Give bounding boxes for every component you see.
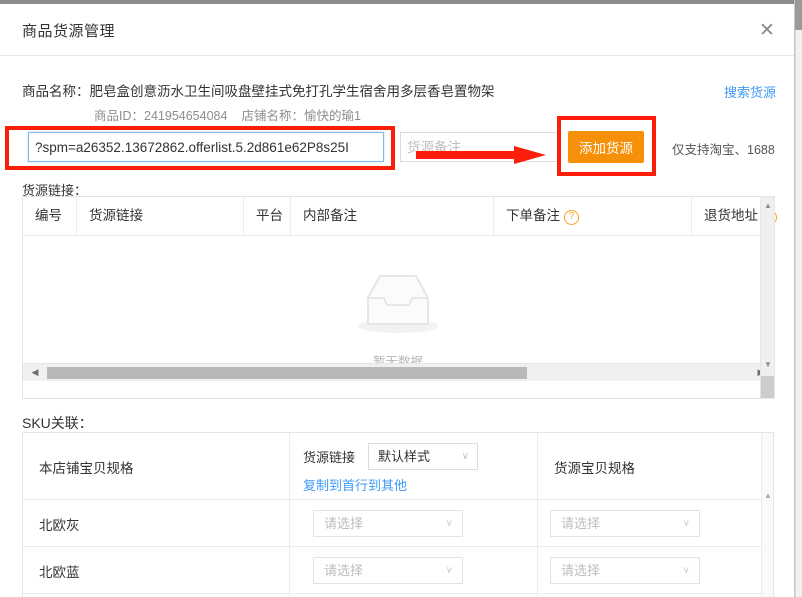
column-header-internal-remark: 内部备注	[291, 197, 494, 235]
sku-row-source-spec-cell: 请选择 ∨	[538, 547, 773, 593]
sku-header-cell-source-spec: 货源宝贝规格	[538, 433, 773, 499]
column-header-id: 编号	[23, 197, 77, 235]
scroll-left-arrow-icon[interactable]: ◀	[29, 367, 41, 379]
sku-table: 本店铺宝贝规格 货源链接 默认样式 ∨ 复制到首行到其他 货源宝贝规格 北欧灰 …	[22, 432, 774, 597]
chevron-down-icon: ∨	[682, 518, 690, 529]
help-icon-order-remark[interactable]: ?	[564, 210, 579, 225]
sku-section-label: SKU关联：	[22, 415, 93, 431]
source-link-select-value: 请选择	[324, 563, 364, 578]
sku-spec-name: 北欧蓝	[39, 565, 80, 580]
source-link-select[interactable]: 请选择 ∨	[313, 510, 463, 537]
shop-name-label: 店铺名称：	[241, 109, 304, 123]
column-header-order-remark: 下单备注?	[494, 197, 692, 235]
close-icon[interactable]: ✕	[753, 17, 781, 45]
source-spec-select-value: 请选择	[561, 563, 601, 578]
source-link-input[interactable]	[28, 132, 384, 162]
shop-name-value: 愉快的瑜1	[303, 109, 361, 123]
style-select-value: 默认样式	[378, 449, 431, 464]
add-source-row: 添加货源 仅支持淘宝、1688	[0, 128, 794, 168]
empty-state: 暂无数据	[23, 264, 773, 370]
sku-header-cell-shop-spec: 本店铺宝贝规格	[23, 433, 290, 499]
sku-table-header: 本店铺宝贝规格 货源链接 默认样式 ∨ 复制到首行到其他 货源宝贝规格	[23, 433, 773, 500]
column-header-source-link: 货源链接	[77, 197, 244, 235]
page-title: 商品货源管理	[22, 23, 116, 40]
source-spec-select[interactable]: 请选择 ∨	[550, 557, 700, 584]
source-link-select-value: 请选择	[324, 516, 364, 531]
source-spec-select[interactable]: 请选择 ∨	[550, 510, 700, 537]
sku-header-cell-source-link: 货源链接 默认样式 ∨ 复制到首行到其他	[290, 433, 538, 499]
product-name-value: 肥皂盒创意沥水卫生间吸盘壁挂式免打孔学生宿舍用多层香皂置物架	[89, 84, 495, 99]
source-link-select[interactable]: 请选择 ∨	[313, 557, 463, 584]
product-name-label: 商品名称：	[22, 84, 90, 99]
sku-scroll-up-arrow-icon[interactable]: ▲	[763, 491, 773, 501]
sku-row-source-link-cell: 请选择 ∨	[290, 547, 538, 593]
source-remark-input[interactable]	[400, 132, 560, 162]
source-table-header: 编号 货源链接 平台 内部备注 下单备注? 退货地址?	[23, 197, 777, 236]
vertical-scroll-thumb[interactable]	[761, 376, 774, 398]
sku-row-spec-cell: 北欧蓝	[23, 547, 290, 593]
scroll-down-arrow-icon[interactable]: ▼	[763, 360, 773, 370]
table-row: 北欧蓝 请选择 ∨ 请选择 ∨	[23, 547, 773, 594]
sku-spec-name: 北欧灰	[39, 518, 80, 533]
table-vertical-scrollbar[interactable]: ▲ ▼	[760, 196, 775, 399]
product-name-row: 商品名称：肥皂盒创意沥水卫生间吸盘壁挂式免打孔学生宿舍用多层香皂置物架	[22, 80, 495, 100]
product-meta-row: 商品ID：241954654084 店铺名称：愉快的瑜1	[94, 105, 361, 124]
table-horizontal-scrollbar[interactable]: ◀ ▶	[23, 363, 773, 381]
dialog-header: 商品货源管理 ✕	[0, 4, 794, 56]
source-table-body: 暂无数据 ◀ ▶	[23, 236, 773, 381]
copy-to-others-link[interactable]: 复制到首行到其他	[303, 475, 407, 494]
sku-row-source-link-cell: 请选择 ∨	[290, 500, 538, 546]
scroll-up-arrow-icon[interactable]: ▲	[763, 201, 773, 211]
sku-col1-header-label: 本店铺宝贝规格	[39, 461, 134, 476]
empty-inbox-icon	[358, 275, 438, 333]
page-scrollbar[interactable]	[795, 0, 802, 597]
sku-source-link-label: 货源链接	[303, 450, 356, 465]
sku-row-spec-cell: 北欧灰	[23, 500, 290, 546]
chevron-down-icon: ∨	[461, 451, 469, 462]
chevron-down-icon: ∨	[445, 565, 453, 576]
sku-col3-header-label: 货源宝贝规格	[554, 461, 635, 476]
column-header-platform: 平台	[244, 197, 291, 235]
style-select[interactable]: 默认样式 ∨	[368, 443, 478, 470]
add-source-button[interactable]: 添加货源	[568, 131, 644, 163]
sku-vertical-scrollbar[interactable]: ▲	[761, 433, 773, 597]
source-spec-select-value: 请选择	[561, 516, 601, 531]
page-scroll-thumb[interactable]	[795, 0, 802, 30]
search-source-link[interactable]: 搜索货源	[724, 82, 776, 101]
product-id-value: 241954654084	[144, 109, 228, 123]
chevron-down-icon: ∨	[445, 518, 453, 529]
table-row: 北欧灰 请选择 ∨ 请选择 ∨	[23, 500, 773, 547]
chevron-down-icon: ∨	[682, 565, 690, 576]
sku-row-source-spec-cell: 请选择 ∨	[538, 500, 773, 546]
horizontal-scroll-thumb[interactable]	[47, 367, 527, 379]
product-id-label: 商品ID：	[94, 109, 145, 123]
dialog-window: 商品货源管理 ✕ 商品名称：肥皂盒创意沥水卫生间吸盘壁挂式免打孔学生宿舍用多层香…	[0, 0, 795, 597]
support-note: 仅支持淘宝、1688	[672, 143, 775, 157]
source-table: 编号 货源链接 平台 内部备注 下单备注? 退货地址? 暂无数据 ◀ ▶	[22, 196, 777, 399]
